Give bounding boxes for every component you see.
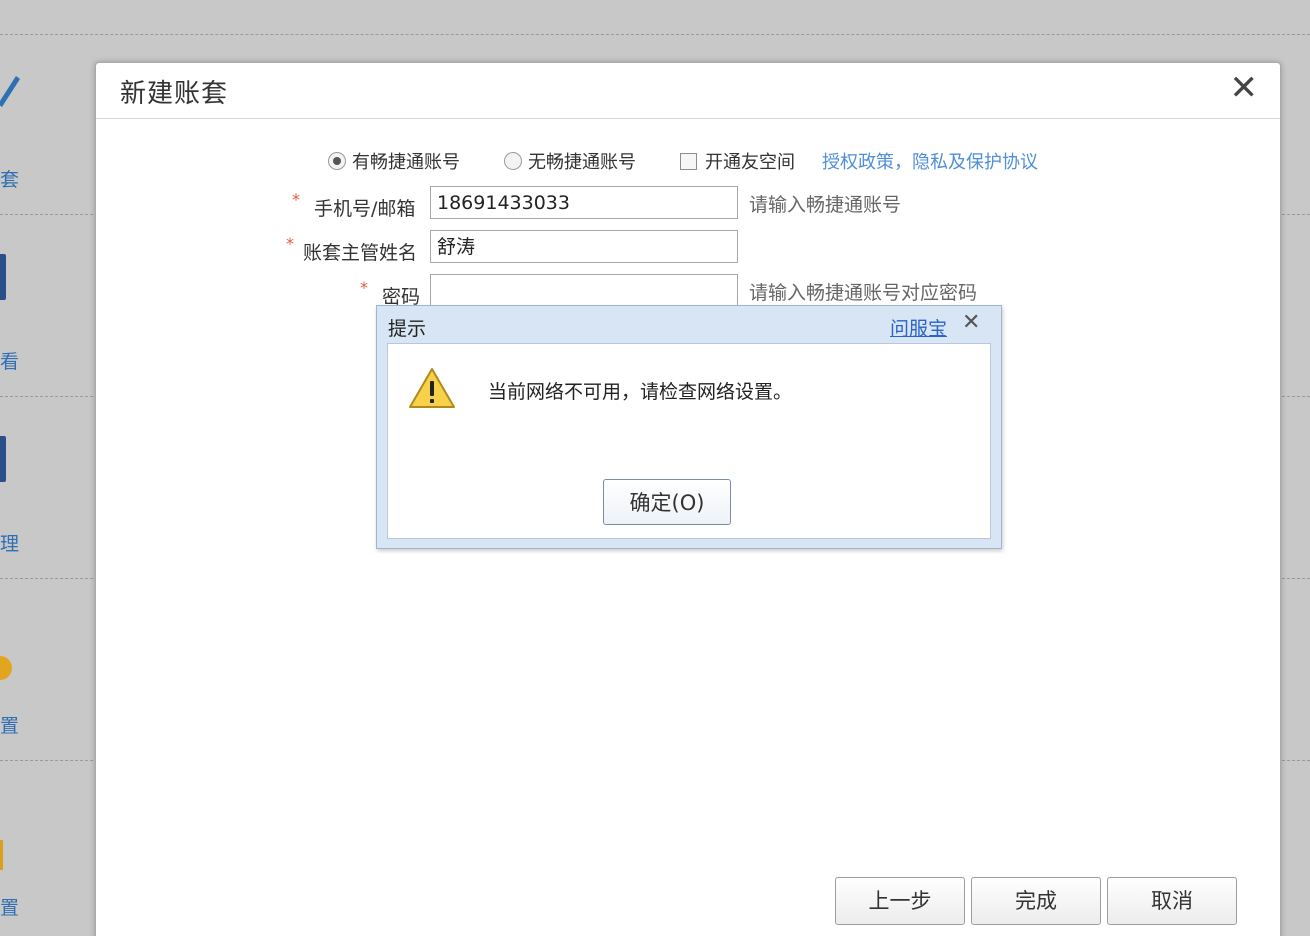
close-icon[interactable]: ✕ [1230,71,1259,105]
dialog-title: 新建账套 [120,79,229,109]
required-mark: * [292,190,300,209]
gear-icon [0,656,12,680]
radio-icon[interactable] [504,152,522,170]
required-mark: * [360,278,368,297]
bg-nav-item-label[interactable]: 看 [0,347,19,374]
ok-button[interactable]: 确定(O) [603,479,731,525]
manager-label: 账套主管姓名 [303,242,418,264]
phone-email-field[interactable]: 18691433033 [430,186,738,219]
bg-nav-item-label[interactable]: 套 [0,165,19,192]
checkbox-open-space[interactable]: 开通友空间 [680,148,795,174]
bg-nav-item-label[interactable]: 理 [0,529,19,556]
alert-body: 当前网络不可用，请检查网络设置。 确定(O) [387,343,991,539]
radio-has-account[interactable]: 有畅捷通账号 [328,148,460,174]
alert-title: 提示 [388,318,427,340]
help-link[interactable]: 问服宝 [890,314,947,341]
password-field[interactable] [430,274,738,307]
dialog-header: 新建账套 ✕ [96,63,1280,119]
password-hint: 请输入畅捷通账号对应密码 [749,282,978,304]
manager-name-field[interactable]: 舒涛 [430,230,738,263]
pen-icon [0,76,20,107]
prev-step-button[interactable]: 上一步 [835,877,965,925]
tool-icon [0,840,3,870]
alert-message: 当前网络不可用，请检查网络设置。 [488,381,793,403]
phone-row: * 手机号/邮箱 18691433033 请输入畅捷通账号 [96,186,1096,222]
close-icon[interactable]: ✕ [962,310,980,335]
radio-no-account-label: 无畅捷通账号 [528,152,636,173]
radio-selected-icon[interactable] [328,152,346,170]
monitor-icon [0,436,6,482]
checkbox-open-space-label: 开通友空间 [705,152,795,173]
radio-no-account[interactable]: 无畅捷通账号 [504,148,636,174]
required-mark: * [286,234,294,253]
bg-nav-item-label[interactable]: 置 [0,893,19,920]
phone-label: 手机号/邮箱 [314,198,416,220]
manager-row: * 账套主管姓名 舒涛 [96,230,1096,266]
warning-icon [409,368,455,408]
cancel-button[interactable]: 取消 [1107,877,1237,925]
policy-link[interactable]: 授权政策，隐私及保护协议 [822,148,1038,174]
alert-dialog: 提示 问服宝 ✕ 当前网络不可用，请检查网络设置。 确定(O) [376,305,1002,549]
finish-button[interactable]: 完成 [971,877,1101,925]
bg-nav-item-label[interactable]: 置 [0,711,19,738]
monitor-icon [0,254,6,300]
phone-hint: 请输入畅捷通账号 [749,194,902,216]
bg-separator [0,34,1310,35]
checkbox-icon[interactable] [680,153,697,170]
screen: 套 看 理 置 置 新建账套 ✕ 有畅捷通账号 无畅捷通账号 开通友空间 授权政… [0,0,1310,936]
radio-has-account-label: 有畅捷通账号 [352,152,460,173]
